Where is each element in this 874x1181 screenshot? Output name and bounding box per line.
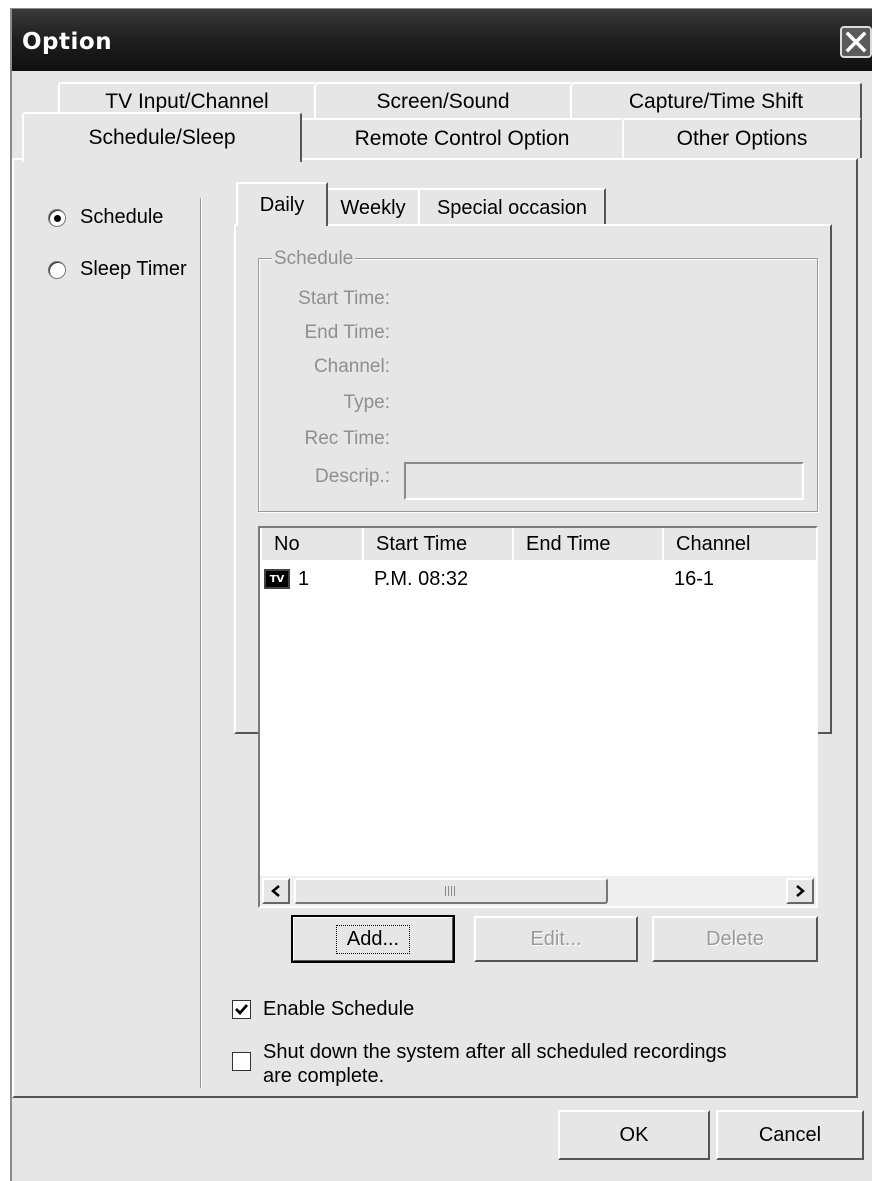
radio-unchecked-icon: [48, 260, 66, 279]
delete-button[interactable]: Delete: [652, 916, 818, 962]
column-header-end-time[interactable]: End Time: [512, 528, 664, 560]
vertical-divider: [200, 198, 202, 1088]
add-button-label: Add...: [335, 924, 411, 954]
scroll-left-button[interactable]: [262, 878, 290, 904]
ok-button[interactable]: OK: [558, 1110, 710, 1160]
schedule-radio[interactable]: Schedule: [48, 206, 163, 229]
descrip-field[interactable]: [404, 462, 804, 500]
edit-button[interactable]: Edit...: [474, 916, 638, 962]
horizontal-scrollbar[interactable]: [260, 876, 816, 906]
row-channel: 16-1: [674, 568, 715, 590]
checkbox-checked-icon: [232, 1000, 251, 1019]
end-time-label: End Time:: [304, 322, 390, 343]
shutdown-label-line2: are complete.: [263, 1065, 385, 1087]
enable-schedule-checkbox[interactable]: Enable Schedule: [232, 998, 414, 1021]
grip-icon: [445, 886, 457, 896]
column-header-channel[interactable]: Channel: [662, 528, 816, 560]
shutdown-checkbox[interactable]: Shut down the system after all scheduled…: [232, 1040, 727, 1088]
window-title: Option: [22, 29, 113, 55]
chevron-right-icon: [796, 885, 805, 897]
tv-icon: TV: [264, 569, 290, 589]
scroll-thumb[interactable]: [294, 878, 608, 904]
close-icon: [845, 31, 867, 53]
chevron-left-icon: [271, 885, 280, 897]
row-no: 1: [298, 568, 310, 590]
descrip-label: Descrip.:: [315, 466, 390, 487]
shutdown-label-line1: Shut down the system after all scheduled…: [263, 1041, 727, 1063]
subtab-special-occasion[interactable]: Special occasion: [418, 188, 606, 226]
tab-remote-control-option[interactable]: Remote Control Option: [300, 118, 624, 158]
table-row[interactable]: TV 1 P.M. 08:32 16-1: [260, 564, 816, 594]
subtab-weekly[interactable]: Weekly: [326, 188, 420, 226]
tab-other-options[interactable]: Other Options: [622, 118, 862, 158]
type-label: Type:: [343, 392, 390, 413]
tab-capture-time-shift[interactable]: Capture/Time Shift: [570, 82, 862, 120]
start-time-label: Start Time:: [298, 288, 390, 309]
schedule-group-legend: Schedule: [272, 248, 356, 270]
close-button[interactable]: [840, 26, 872, 58]
channel-label: Channel:: [313, 356, 390, 377]
scroll-right-button[interactable]: [786, 878, 814, 904]
subtab-daily[interactable]: Daily: [236, 182, 328, 226]
sleep-timer-radio[interactable]: Sleep Timer: [48, 258, 187, 281]
rec-time-label: Rec Time:: [304, 428, 390, 449]
cancel-button[interactable]: Cancel: [716, 1110, 864, 1160]
checkmark-icon: [235, 1004, 249, 1016]
add-button[interactable]: Add...: [291, 915, 455, 963]
schedule-list[interactable]: No Start Time End Time Channel TV 1 P.M.…: [258, 526, 818, 908]
shutdown-label: Shut down the system after all scheduled…: [263, 1040, 727, 1088]
radio-checked-icon: [48, 208, 66, 227]
column-header-no[interactable]: No: [260, 528, 364, 560]
tab-screen-sound[interactable]: Screen/Sound: [314, 82, 572, 120]
tab-schedule-sleep[interactable]: Schedule/Sleep: [22, 112, 302, 162]
enable-schedule-label: Enable Schedule: [263, 998, 415, 1020]
list-header: No Start Time End Time Channel: [260, 528, 816, 560]
sleep-timer-radio-label: Sleep Timer: [80, 258, 187, 280]
schedule-radio-label: Schedule: [80, 206, 164, 228]
title-bar[interactable]: Option: [12, 9, 872, 71]
row-start-time: P.M. 08:32: [374, 568, 469, 590]
checkbox-unchecked-icon: [232, 1052, 251, 1071]
column-header-start-time[interactable]: Start Time: [362, 528, 514, 560]
